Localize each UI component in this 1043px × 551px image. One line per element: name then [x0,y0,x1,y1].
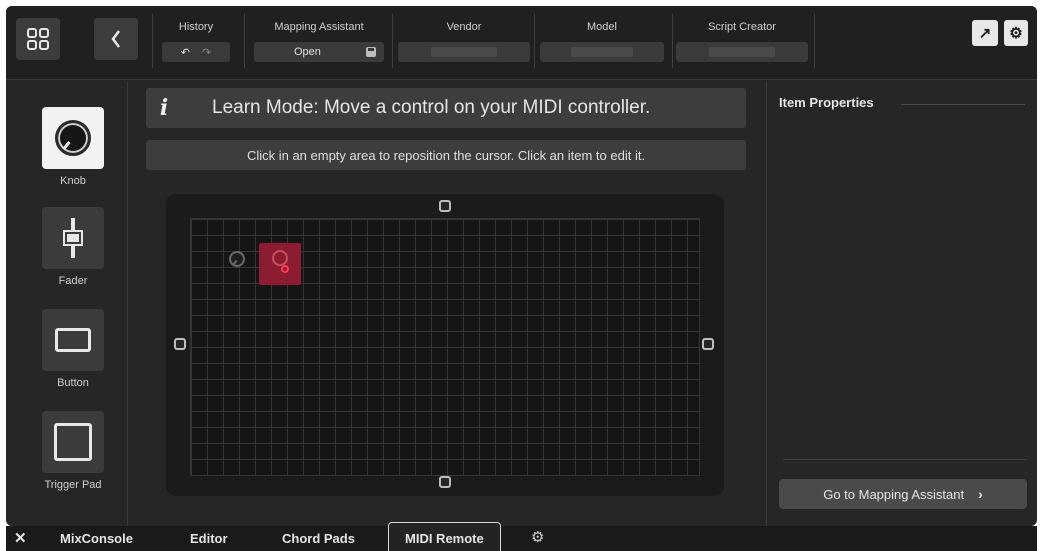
model-group: Model [540,20,664,62]
script-creator-group: Script Creator [676,20,808,62]
go-to-mapping-assistant-button[interactable]: Go to Mapping Assistant › [779,479,1027,509]
chevron-left-icon [111,30,120,48]
palette-item-trigger-pad[interactable]: Trigger Pad [42,411,104,491]
tab-midi-remote[interactable]: MIDI Remote [388,522,501,551]
toolbar: History ↶ ↷ Mapping Assistant Open Vendo… [6,6,1037,80]
placed-knob-icon[interactable] [229,251,245,267]
vendor-group: Vendor [398,20,530,62]
gear-icon: ⚙ [1009,25,1023,42]
mapping-assistant-label: Mapping Assistant [274,21,364,33]
tab-editor[interactable]: Editor [190,531,228,546]
resize-handle-bottom[interactable] [439,476,451,488]
mapping-assistant-group: Mapping Assistant Open [254,20,384,62]
undo-icon[interactable]: ↶ [175,46,196,59]
chevron-right-icon: › [978,486,983,502]
tab-mixconsole[interactable]: MixConsole [60,531,133,546]
grid-icon [27,28,49,50]
hint-text: Click in an empty area to reposition the… [246,147,646,163]
go-to-mapping-assistant-label: Go to Mapping Assistant [823,486,965,502]
settings-button[interactable]: ⚙ [1004,20,1028,46]
arrow-up-right-icon: ↗ [978,25,992,42]
vendor-label: Vendor [446,21,482,33]
item-properties-title: Item Properties [779,95,874,110]
palette-tile-trigger-pad[interactable] [42,411,104,473]
resize-handle-right[interactable] [702,338,714,350]
trigger-pad-icon [54,423,92,461]
toolbar-separator [392,14,393,68]
midi-remote-window: History ↶ ↷ Mapping Assistant Open Vendo… [6,6,1037,526]
history-label: History [178,21,214,33]
palette-item-fader[interactable]: Fader [42,207,104,287]
model-label: Model [587,21,617,33]
palette-label-knob: Knob [60,175,86,187]
toolbar-separator [152,14,153,68]
knob-outline-icon [272,250,288,266]
button-icon [55,328,91,352]
palette-tile-fader[interactable] [42,207,104,269]
save-icon [366,47,376,57]
knob-icon [55,120,91,156]
vendor-field[interactable] [398,42,530,62]
mapping-assistant-value: Open [294,46,321,58]
bottom-tab-bar: ✕ MixConsole Editor Chord Pads MIDI Remo… [6,522,1037,551]
model-field[interactable] [540,42,664,62]
palette-label-trigger-pad: Trigger Pad [44,479,102,491]
item-properties-panel: Item Properties Go to Mapping Assistant … [766,81,1037,526]
palette-label-button: Button [57,377,89,389]
hint-bar: Click in an empty area to reposition the… [146,140,746,170]
history-controls: ↶ ↷ [162,42,230,62]
close-icon[interactable]: ✕ [14,529,27,547]
palette-item-knob[interactable]: Knob [42,107,104,187]
divider [901,104,1025,105]
surface-grid[interactable] [190,218,700,476]
info-icon: i [159,95,169,121]
script-creator-field[interactable] [676,42,808,62]
learn-cursor-knob[interactable] [259,243,301,285]
palette-item-button[interactable]: Button [42,309,104,389]
history-group: History ↶ ↷ [162,20,230,62]
gear-icon[interactable]: ⚙ [531,528,544,546]
resize-handle-top[interactable] [439,200,451,212]
toolbar-separator [244,14,245,68]
divider [783,459,1027,460]
fader-icon [63,218,83,258]
layout-grid-button[interactable] [16,18,60,60]
toolbar-separator [814,14,815,68]
script-creator-label: Script Creator [708,21,776,33]
control-palette: Knob Fader Button Trigger Pad [6,81,128,526]
surface-editor-canvas[interactable] [166,194,724,496]
cursor-icon [281,265,289,273]
palette-tile-button[interactable] [42,309,104,371]
learn-mode-banner: i Learn Mode: Move a control on your MID… [146,88,746,128]
palette-label-fader: Fader [58,275,88,287]
resize-handle-left[interactable] [174,338,186,350]
tab-chord-pads[interactable]: Chord Pads [282,531,355,546]
open-external-button[interactable]: ↗ [972,20,998,46]
toolbar-separator [534,14,535,68]
mapping-assistant-open-button[interactable]: Open [254,42,384,62]
back-button[interactable] [94,18,138,60]
redo-icon[interactable]: ↷ [196,46,217,59]
toolbar-separator [672,14,673,68]
learn-mode-text: Learn Mode: Move a control on your MIDI … [212,97,651,118]
palette-tile-knob[interactable] [42,107,104,169]
